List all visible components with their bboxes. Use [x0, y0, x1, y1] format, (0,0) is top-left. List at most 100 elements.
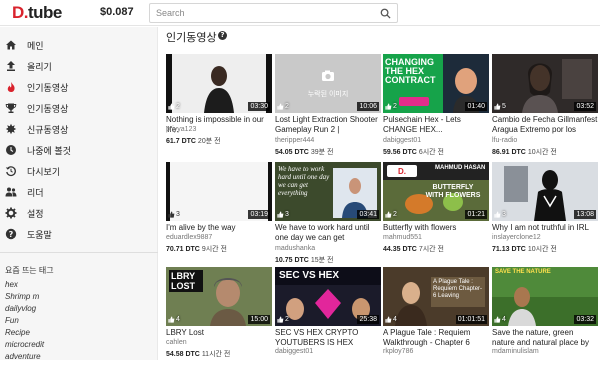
video-author[interactable]: cahlen	[166, 339, 187, 346]
video-title[interactable]: SEC VS HEX CRYPTO YOUTUBERS IS HEX RICHA…	[275, 328, 381, 348]
video-thumbnail[interactable]: 2 03:30	[166, 54, 272, 113]
sidebar-item-history[interactable]: 다시보기	[0, 161, 158, 182]
thumbs-up-icon	[494, 103, 501, 110]
tag-link[interactable]: microcredit	[5, 340, 44, 349]
sidebar-item-label: 나중에 볼것	[27, 146, 71, 156]
video-meta: 70.71 DTC 9시간 전	[166, 244, 227, 254]
video-thumbnail[interactable]: SAVE THE NATURE 4 03:32	[492, 267, 598, 326]
video-card[interactable]: LBRY LOST 4 15:00 LBRY Lost cahlen 54.58…	[166, 267, 272, 373]
video-thumbnail[interactable]: CHANGING THE HEX CONTRACT 2 01:40	[383, 54, 489, 113]
tag-link[interactable]: hex	[5, 280, 18, 289]
sidebar-item-help[interactable]: ? 도움말	[0, 224, 158, 245]
upload-icon	[7, 61, 15, 71]
video-thumbnail[interactable]: 누락된 이미지 2 10:06	[275, 54, 381, 113]
video-card[interactable]: SEC VS HEX 2 25:38 SEC VS HEX CRYPTO YOU…	[275, 267, 381, 373]
vote-count: 4	[168, 315, 180, 324]
vote-count: 5	[494, 102, 506, 111]
video-card[interactable]: We have to work hard until one day we ca…	[275, 162, 381, 268]
video-card[interactable]: 3 13:08 Why I am not truthful in IRL ins…	[492, 162, 598, 268]
thumbs-up-icon	[385, 103, 392, 110]
video-author[interactable]: madushanka	[275, 245, 315, 252]
sidebar-item-label: 설정	[27, 209, 44, 219]
video-duration: 03:52	[574, 102, 596, 111]
video-author[interactable]: lfu-radio	[492, 137, 517, 144]
video-card[interactable]: 5 03:52 Cambio de Fecha Gillmanfest Arag…	[492, 54, 598, 160]
video-card[interactable]: A Plague Tale : Requiem Chapter-6 Leavin…	[383, 267, 489, 373]
tag-link[interactable]: Recipe	[5, 328, 30, 337]
video-author[interactable]: dabiggest01	[275, 348, 313, 355]
sidebar-item-upload[interactable]: 올리기	[0, 56, 158, 77]
video-title[interactable]: LBRY Lost	[166, 328, 272, 338]
video-title[interactable]: Why I am not truthful in IRL	[492, 223, 598, 233]
sidebar-item-trending-hot[interactable]: 인기동영상	[0, 77, 158, 98]
sidebar-item-new[interactable]: 신규동영상	[0, 119, 158, 140]
video-meta: 71.13 DTC 10시간 전	[492, 244, 557, 254]
thumbs-up-icon	[385, 316, 392, 323]
search-input[interactable]	[156, 6, 376, 20]
sidebar-item-label: 도움말	[27, 230, 52, 240]
sidebar-item-watch-later[interactable]: 나중에 볼것	[0, 140, 158, 161]
video-author[interactable]: inslayerclone12	[492, 234, 541, 241]
svg-text:D.: D.	[398, 167, 406, 176]
video-author[interactable]: priyya123	[166, 126, 196, 133]
thumbnail-overlay-text: SEC VS HEX	[279, 270, 340, 281]
video-thumbnail[interactable]: LBRY LOST 4 15:00	[166, 267, 272, 326]
video-age: 10시간 전	[527, 149, 557, 156]
tag-link[interactable]: dailyvlog	[5, 304, 36, 313]
video-card[interactable]: 3 03:19 I'm alive by the way eduardlex98…	[166, 162, 272, 268]
video-title[interactable]: A Plague Tale : Requiem Walkthrough - Ch…	[383, 328, 489, 348]
dtube-logo[interactable]: D.tube	[12, 3, 62, 23]
new-icon	[5, 123, 17, 135]
video-author[interactable]: mahmud551	[383, 234, 422, 241]
sidebar-item-settings[interactable]: 설정	[0, 203, 158, 224]
sidebar-item-label: 신규동영상	[27, 125, 69, 135]
tag-link[interactable]: Shrimp m	[5, 292, 39, 301]
video-author[interactable]: eduardlex9887	[166, 234, 212, 241]
video-duration: 01:40	[465, 102, 487, 111]
sidebar-item-home[interactable]: 메인	[0, 35, 158, 56]
thumbnail-overlay-text: CHANGING THE HEX CONTRACT	[385, 57, 436, 85]
video-author[interactable]: theripper444	[275, 137, 314, 144]
video-card[interactable]: SAVE THE NATURE 4 03:32 Save the nature,…	[492, 267, 598, 373]
thumbs-up-icon	[277, 316, 284, 323]
video-author[interactable]: mdaminulislam	[492, 348, 539, 355]
video-thumbnail[interactable]: 3 03:19	[166, 162, 272, 221]
wallet-balance[interactable]: $0.087	[100, 6, 134, 18]
vote-count: 2	[385, 210, 397, 219]
video-title[interactable]: Lost Light Extraction Shooter Gameplay R…	[275, 115, 381, 135]
video-thumbnail[interactable]: 5 03:52	[492, 54, 598, 113]
video-card[interactable]: D. MAHMUD HASAN BUTTERFLY WITH FLOWERS 2…	[383, 162, 489, 268]
video-author[interactable]: rkploy786	[383, 348, 413, 355]
info-icon[interactable]: ?	[218, 31, 227, 40]
video-title[interactable]: Cambio de Fecha Gillmanfest Aragua Extre…	[492, 115, 598, 135]
video-title[interactable]: I'm alive by the way	[166, 223, 272, 233]
video-age: 10시간 전	[527, 246, 557, 253]
vote-count: 2	[385, 102, 397, 111]
video-value: 86.91 DTC	[492, 149, 526, 156]
video-thumbnail[interactable]: 3 13:08	[492, 162, 598, 221]
video-thumbnail[interactable]: A Plague Tale : Requiem Chapter-6 Leavin…	[383, 267, 489, 326]
video-age: 11시간 전	[201, 351, 231, 358]
video-age: 39분 전	[310, 149, 334, 156]
sidebar-item-label: 메인	[27, 41, 44, 51]
sidebar-item-leaders[interactable]: 리더	[0, 182, 158, 203]
video-duration: 10:06	[357, 102, 379, 111]
video-value: 44.35 DTC	[383, 246, 417, 253]
video-title[interactable]: Pulsechain Hex - Lets CHANGE HEX...	[383, 115, 489, 135]
video-card[interactable]: 누락된 이미지 2 10:06 Lost Light Extraction Sh…	[275, 54, 381, 160]
video-card[interactable]: 2 03:30 Nothing is impossible in our lif…	[166, 54, 272, 160]
tag-link[interactable]: Fun	[5, 316, 19, 325]
thumbnail-overlay-text: We have to work hard until one day we ca…	[278, 165, 330, 197]
video-title[interactable]: We have to work hard until one day we ca…	[275, 223, 381, 243]
search-icon[interactable]	[380, 8, 391, 19]
gear-icon	[5, 207, 17, 219]
video-title[interactable]: Save the nature, green nature and natura…	[492, 328, 598, 348]
video-thumbnail[interactable]: SEC VS HEX 2 25:38	[275, 267, 381, 326]
video-title[interactable]: Butterfly with flowers	[383, 223, 489, 233]
video-card[interactable]: CHANGING THE HEX CONTRACT 2 01:40 Pulsec…	[383, 54, 489, 160]
video-duration: 13:08	[574, 210, 596, 219]
video-author[interactable]: dabiggest01	[383, 137, 421, 144]
sidebar-item-trending[interactable]: 인기동영상	[0, 98, 158, 119]
video-thumbnail[interactable]: D. MAHMUD HASAN BUTTERFLY WITH FLOWERS 2…	[383, 162, 489, 221]
video-thumbnail[interactable]: We have to work hard until one day we ca…	[275, 162, 381, 221]
